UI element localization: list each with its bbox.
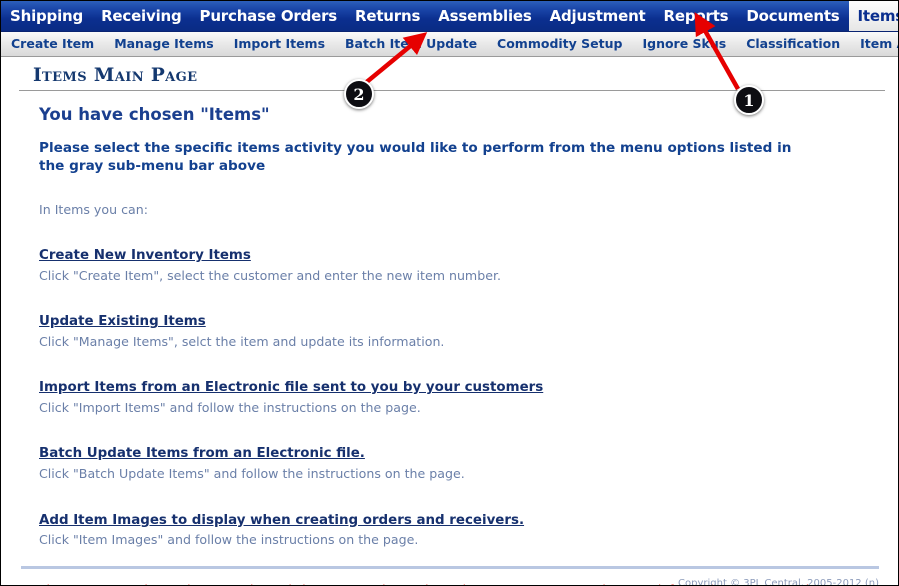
nav-item-items[interactable]: Items: [848, 1, 898, 31]
subnav-item-manage-items[interactable]: Manage Items: [104, 37, 224, 51]
annotation-marker-1: 1: [734, 85, 764, 115]
sub-navigation-bar: Create Item Manage Items Import Items Ba…: [1, 32, 898, 57]
nav-label: Receiving: [101, 6, 182, 25]
desc-batch-update-items: Click "Batch Update Items" and follow th…: [39, 466, 465, 482]
nav-label: Returns: [355, 6, 421, 25]
nav-item-documents[interactable]: Documents: [737, 1, 848, 31]
nav-item-returns[interactable]: Returns: [346, 1, 429, 31]
nav-item-adjustment[interactable]: Adjustment: [541, 1, 655, 31]
desc-create-new-inventory-items: Click "Create Item", select the customer…: [39, 267, 501, 283]
subnav-item-commodity-setup[interactable]: Commodity Setup: [487, 37, 632, 51]
nav-label: Items: [857, 6, 898, 25]
nav-label: Purchase Orders: [199, 6, 338, 25]
nav-label: Adjustment: [549, 6, 646, 25]
link-add-item-images[interactable]: Add Item Images to display when creating…: [39, 513, 524, 530]
subnav-item-create-item[interactable]: Create Item: [1, 37, 104, 51]
subnav-item-item-alias[interactable]: Item Alias: [850, 37, 898, 51]
nav-label: Assemblies: [438, 6, 532, 25]
desc-add-item-images: Click "Item Images" and follow the instr…: [39, 532, 419, 548]
subnav-item-batch-item-update[interactable]: Batch Item Update: [335, 37, 487, 51]
nav-item-shipping[interactable]: Shipping: [1, 1, 92, 31]
nav-label: Shipping: [10, 6, 84, 25]
section-batch-update-items: Batch Update Items from an Electronic fi…: [39, 442, 859, 482]
section-create-new-inventory-items: Create New Inventory Items Click "Create…: [39, 244, 859, 284]
nav-label: Reports: [663, 6, 729, 25]
desc-import-items: Click "Import Items" and follow the inst…: [39, 400, 421, 416]
link-create-new-inventory-items[interactable]: Create New Inventory Items: [39, 248, 251, 265]
nav-item-receiving[interactable]: Receiving: [92, 1, 190, 31]
footer-copyright: Copyright © 3PL Central, 2005-2012 (n): [678, 578, 879, 586]
annotation-marker-2: 2: [344, 79, 374, 109]
nav-item-reports[interactable]: Reports: [655, 1, 738, 31]
section-add-item-images: Add Item Images to display when creating…: [39, 509, 859, 549]
page-title: Items Main Page: [33, 65, 198, 86]
subnav-item-import-items[interactable]: Import Items: [224, 37, 335, 51]
app-window: Shipping Receiving Purchase Orders Retur…: [0, 0, 899, 586]
content-body: You have chosen "Items" Please select th…: [39, 105, 859, 585]
subnav-item-classification[interactable]: Classification: [736, 37, 850, 51]
footer-divider: [21, 566, 879, 569]
section-import-items: Import Items from an Electronic file sen…: [39, 376, 859, 416]
main-navigation-bar: Shipping Receiving Purchase Orders Retur…: [1, 1, 898, 32]
nav-item-assemblies[interactable]: Assemblies: [429, 1, 540, 31]
nav-label: Documents: [746, 6, 840, 25]
link-batch-update-items[interactable]: Batch Update Items from an Electronic fi…: [39, 446, 365, 463]
desc-update-existing-items: Click "Manage Items", selct the item and…: [39, 333, 445, 349]
page-content: Items Main Page You have chosen "Items" …: [1, 57, 898, 586]
nav-item-purchase-orders[interactable]: Purchase Orders: [191, 1, 346, 31]
instruction-text: Please select the specific items activit…: [39, 139, 792, 175]
subnav-item-ignore-skus[interactable]: Ignore Skus: [632, 37, 736, 51]
link-import-items[interactable]: Import Items from an Electronic file sen…: [39, 380, 543, 397]
link-update-existing-items[interactable]: Update Existing Items: [39, 314, 206, 331]
section-update-existing-items: Update Existing Items Click "Manage Item…: [39, 310, 859, 350]
lead-text: In Items you can:: [39, 201, 148, 217]
